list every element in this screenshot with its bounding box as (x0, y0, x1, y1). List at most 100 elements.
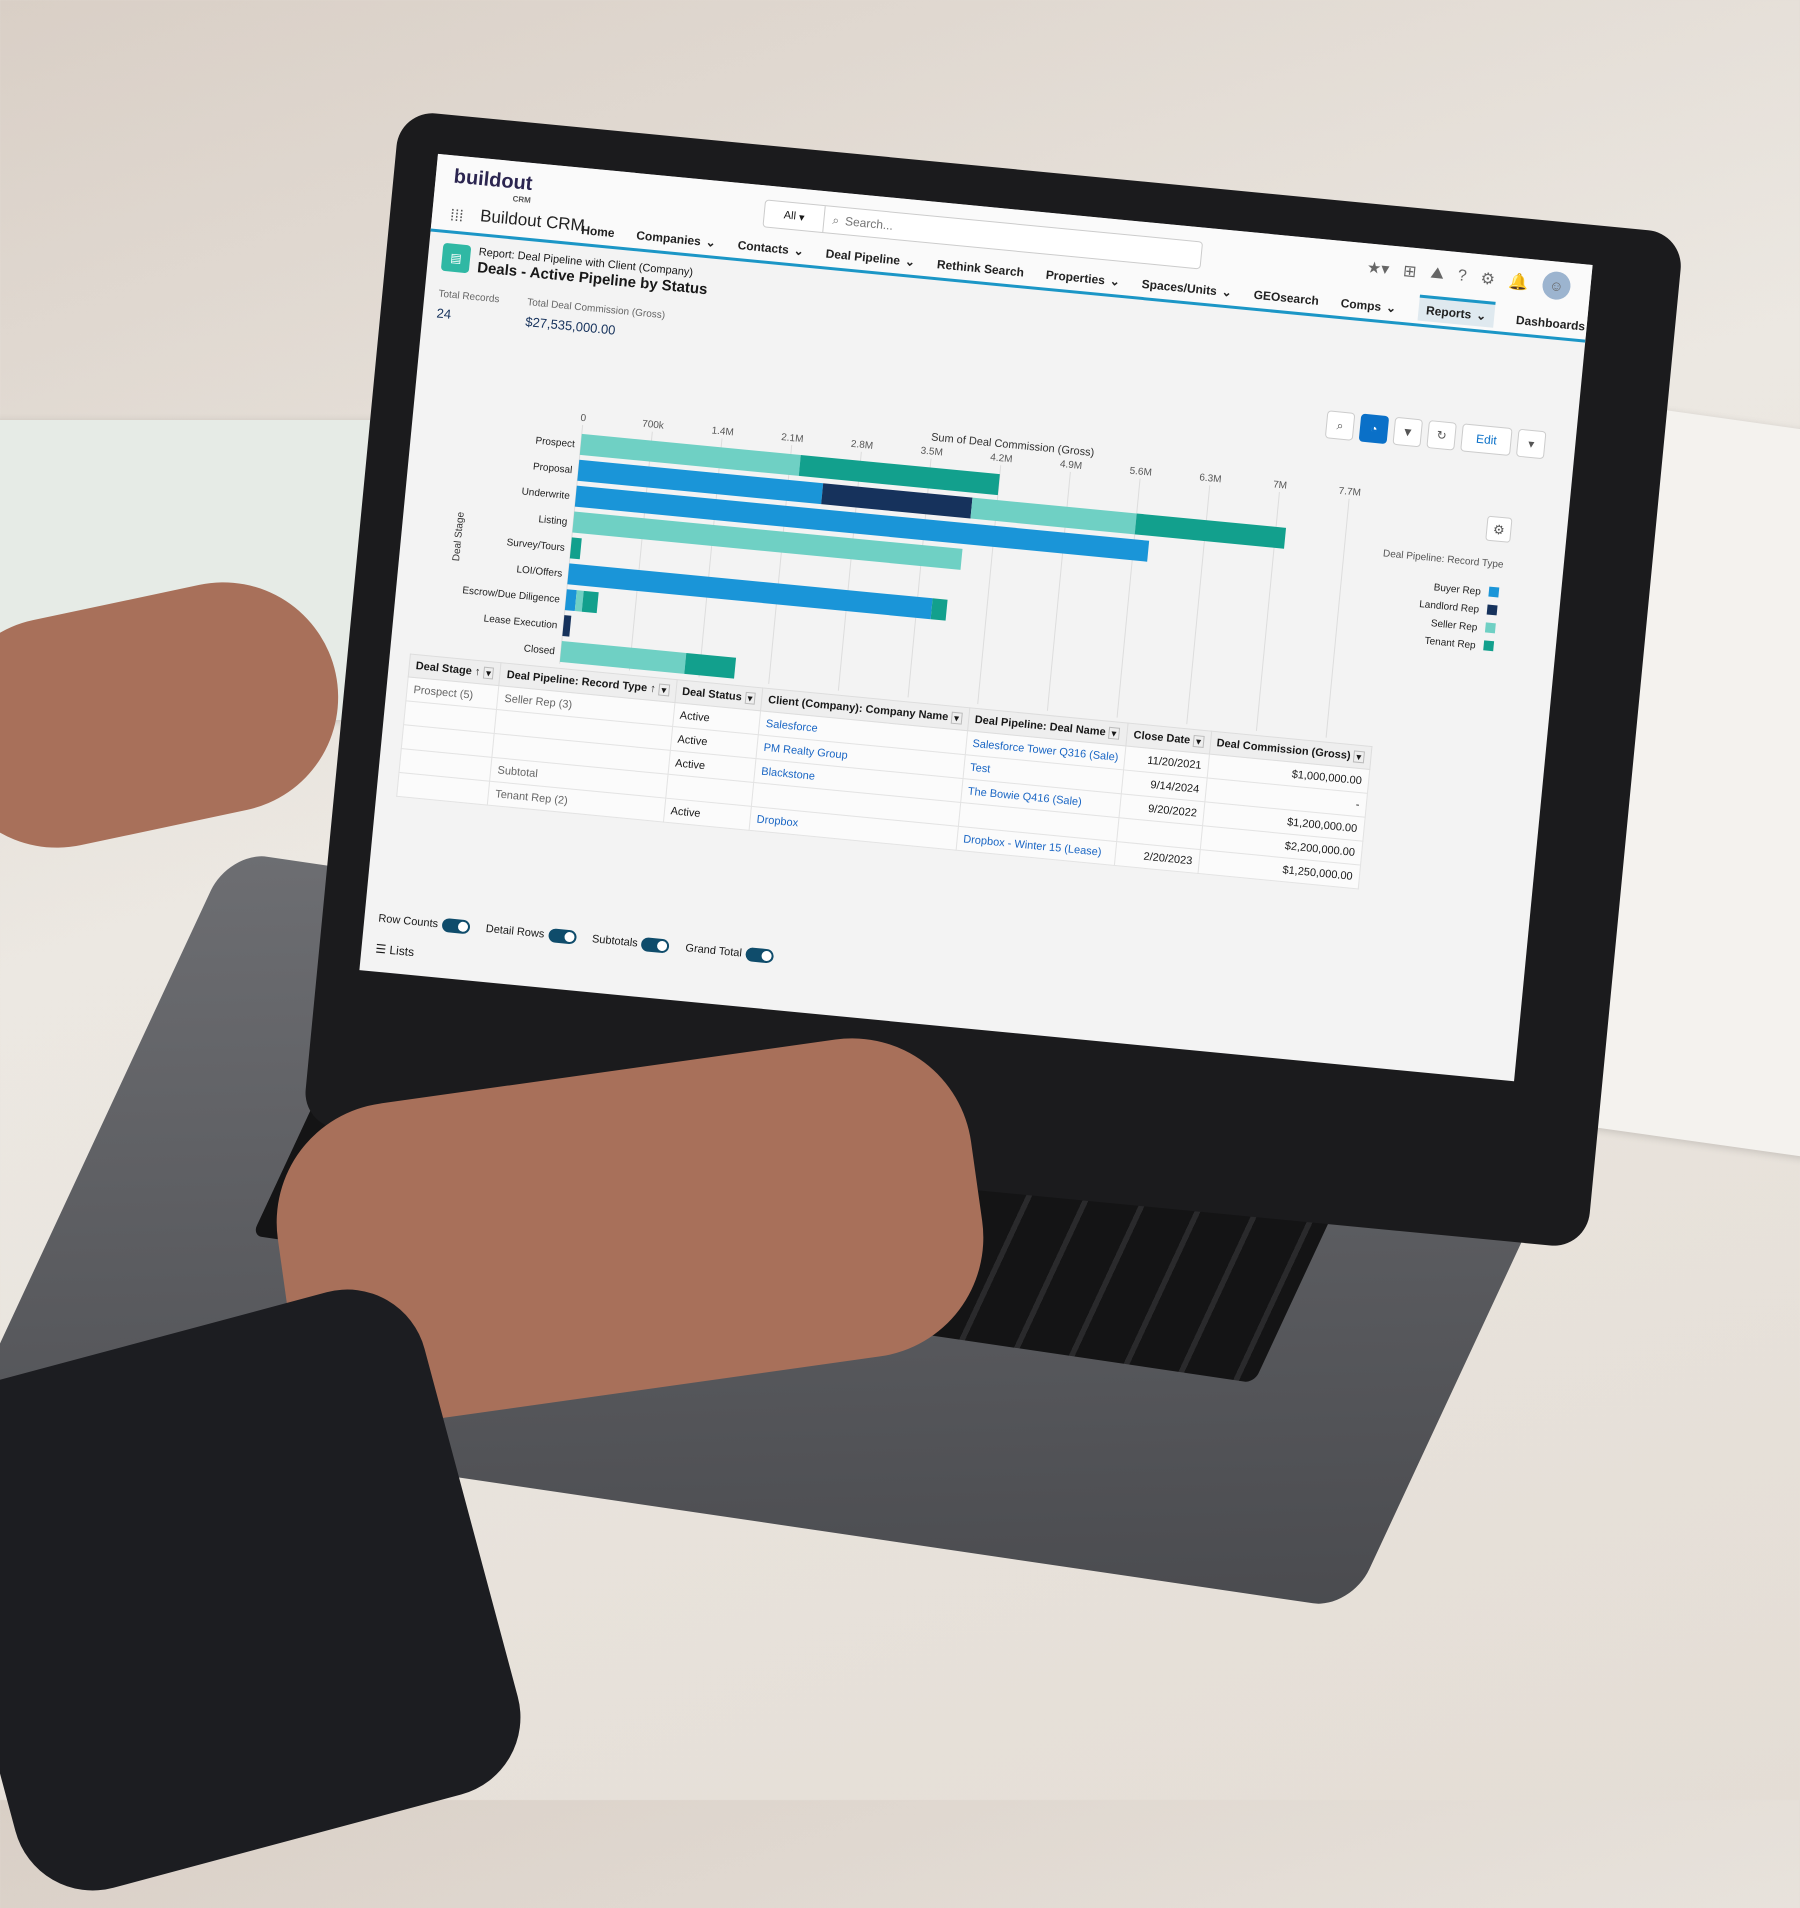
nav-item-home[interactable]: Home (580, 220, 616, 243)
avatar[interactable]: ☺ (1541, 270, 1572, 301)
trailhead-icon[interactable]: ⛰ (1430, 265, 1445, 284)
bar-segment[interactable] (1134, 513, 1287, 549)
nav-item-geosearch[interactable]: GEOsearch (1253, 285, 1320, 311)
toggle-switch[interactable] (745, 947, 775, 964)
x-tick-label: 1.4M (711, 425, 734, 438)
bar-segment[interactable] (567, 563, 933, 620)
laptop-screen: buildoutCRM ⁞⁞⁞ Buildout CRM All ▾ ⌕ ★▾ … (302, 110, 1685, 1249)
nav-item-contacts[interactable]: Contacts ⌄ (737, 235, 805, 261)
column-menu-icon[interactable]: ▾ (1108, 726, 1120, 740)
search-scope-select[interactable]: All ▾ (763, 200, 826, 233)
column-menu-icon[interactable]: ▾ (658, 683, 670, 697)
edit-button[interactable]: Edit (1460, 423, 1513, 456)
nav-item-label: Properties (1045, 267, 1106, 288)
column-menu-icon[interactable]: ▾ (482, 666, 495, 680)
y-tick-label: Listing (538, 514, 568, 528)
y-tick-label: Lease Execution (483, 613, 558, 631)
y-tick-label: Closed (523, 643, 555, 657)
toggle-switch[interactable] (547, 928, 577, 945)
refresh-button[interactable]: ↻ (1426, 420, 1457, 451)
nav-item-label: Spaces/Units (1141, 276, 1218, 299)
gear-icon: ⚙ (1492, 522, 1505, 538)
toggle-detail-rows[interactable]: Detail Rows (485, 922, 577, 945)
nav-item-label: GEOsearch (1253, 287, 1320, 308)
bar-segment[interactable] (684, 652, 737, 679)
legend-label: Seller Rep (1430, 618, 1478, 633)
nav-item-label: Deal Pipeline (825, 246, 901, 268)
nav-item-rethink-search[interactable]: Rethink Search (936, 254, 1025, 282)
nav-item-comps[interactable]: Comps ⌄ (1340, 293, 1397, 318)
chevron-down-icon[interactable]: ⌄ (1476, 308, 1487, 323)
nav-item-label: Reports (1425, 302, 1472, 322)
help-icon[interactable]: ? (1457, 267, 1467, 286)
x-tick-label: 4.9M (1059, 459, 1082, 472)
toggle-row-counts[interactable]: Row Counts (378, 912, 471, 935)
legend-swatch (1488, 586, 1500, 598)
nav-item-dashboards[interactable]: Dashboards ⌄ (1515, 310, 1592, 338)
nav-item-properties[interactable]: Properties ⌄ (1045, 265, 1121, 292)
y-tick-label: Survey/Tours (506, 537, 565, 554)
total-records-label: Total Records (438, 288, 500, 306)
legend-title: Deal Pipeline: Record Type (1382, 548, 1504, 571)
crm-window: buildoutCRM ⁞⁞⁞ Buildout CRM All ▾ ⌕ ★▾ … (359, 153, 1593, 1082)
column-menu-icon[interactable]: ▾ (744, 691, 756, 705)
x-tick-label: 7.7M (1338, 486, 1361, 499)
y-tick-label: Proposal (532, 461, 572, 476)
bell-icon[interactable]: 🔔 (1508, 271, 1530, 293)
favorites-star-icon[interactable]: ★▾ (1366, 257, 1390, 279)
bar-segment[interactable] (930, 598, 948, 621)
nav-item-label: Dashboards (1515, 312, 1586, 334)
bar-segment[interactable] (581, 590, 599, 614)
x-tick-label: 0 (580, 413, 587, 425)
nav-item-deal-pipeline[interactable]: Deal Pipeline ⌄ (825, 244, 916, 273)
x-tick-label: 7M (1273, 479, 1288, 491)
toggle-grand-total[interactable]: Grand Total (685, 941, 775, 964)
toggle-switch[interactable] (441, 917, 471, 935)
nav-item-label: Contacts (737, 238, 790, 257)
legend-label: Buyer Rep (1433, 582, 1482, 598)
total-records-value: 24 (435, 305, 452, 322)
chevron-down-icon[interactable]: ⌄ (793, 243, 804, 258)
bar-segment[interactable] (564, 589, 577, 612)
chart-toggle-button[interactable]: ◔ (1358, 413, 1390, 445)
chevron-down-icon[interactable]: ⌄ (904, 254, 915, 269)
report-icon: ▤ (440, 242, 472, 274)
more-actions-dropdown[interactable]: ▾ (1515, 428, 1547, 460)
chevron-down-icon[interactable]: ⌄ (1221, 285, 1232, 300)
nav-item-label: Rethink Search (936, 257, 1025, 280)
nav-item-label: Home (580, 222, 616, 241)
app-name: Buildout CRM (479, 206, 586, 236)
header-icons: ★▾ ⊞ ⛰ ? ⚙ 🔔 ☺ (1366, 253, 1572, 301)
bar-segment[interactable] (569, 537, 582, 560)
nav-item-spaces-units[interactable]: Spaces/Units ⌄ (1141, 274, 1233, 303)
chevron-down-icon[interactable]: ⌄ (1589, 320, 1592, 335)
report-toolbar: ⌕ ◔ ▼ ↻ Edit ▾ (1324, 410, 1547, 460)
chevron-down-icon[interactable]: ⌄ (705, 235, 716, 250)
x-tick-label: 4.2M (990, 452, 1013, 465)
nav-item-reports[interactable]: Reports ⌄ (1417, 294, 1496, 328)
app-launcher-icon[interactable]: ⁞⁞⁞ (449, 207, 464, 226)
chevron-down-icon[interactable]: ⌄ (1385, 300, 1396, 315)
chevron-down-icon[interactable]: ⌄ (1109, 274, 1120, 289)
x-tick-label: 700k (642, 419, 666, 432)
search-report-button[interactable]: ⌕ (1324, 410, 1356, 441)
filter-button[interactable]: ▼ (1392, 416, 1424, 448)
x-tick-label: 2.8M (850, 439, 873, 452)
toggle-switch[interactable] (640, 937, 671, 954)
nav-item-label: Companies (635, 228, 702, 249)
y-axis-title: Deal Stage (451, 511, 467, 562)
report-footer: Row Counts Detail Rows Subtotals Grand Tota… (378, 912, 775, 964)
buildout-logo: buildout CRM (452, 165, 534, 205)
x-tick-label: 3.5M (920, 445, 943, 458)
column-menu-icon[interactable]: ▾ (950, 711, 963, 725)
lists-link[interactable]: ☰ Lists (375, 942, 415, 960)
x-tick-label: 5.6M (1129, 466, 1152, 479)
column-menu-icon[interactable]: ▾ (1353, 750, 1365, 764)
toggle-subtotals[interactable]: Subtotals (591, 932, 671, 954)
legend-swatch (1486, 604, 1498, 616)
gear-icon[interactable]: ⚙ (1480, 268, 1496, 289)
report-metrics: Total Records 24 Total Deal Commission (G… (436, 289, 666, 343)
nav-item-companies[interactable]: Companies ⌄ (635, 225, 717, 253)
add-icon[interactable]: ⊞ (1402, 261, 1417, 282)
column-menu-icon[interactable]: ▾ (1192, 734, 1205, 748)
